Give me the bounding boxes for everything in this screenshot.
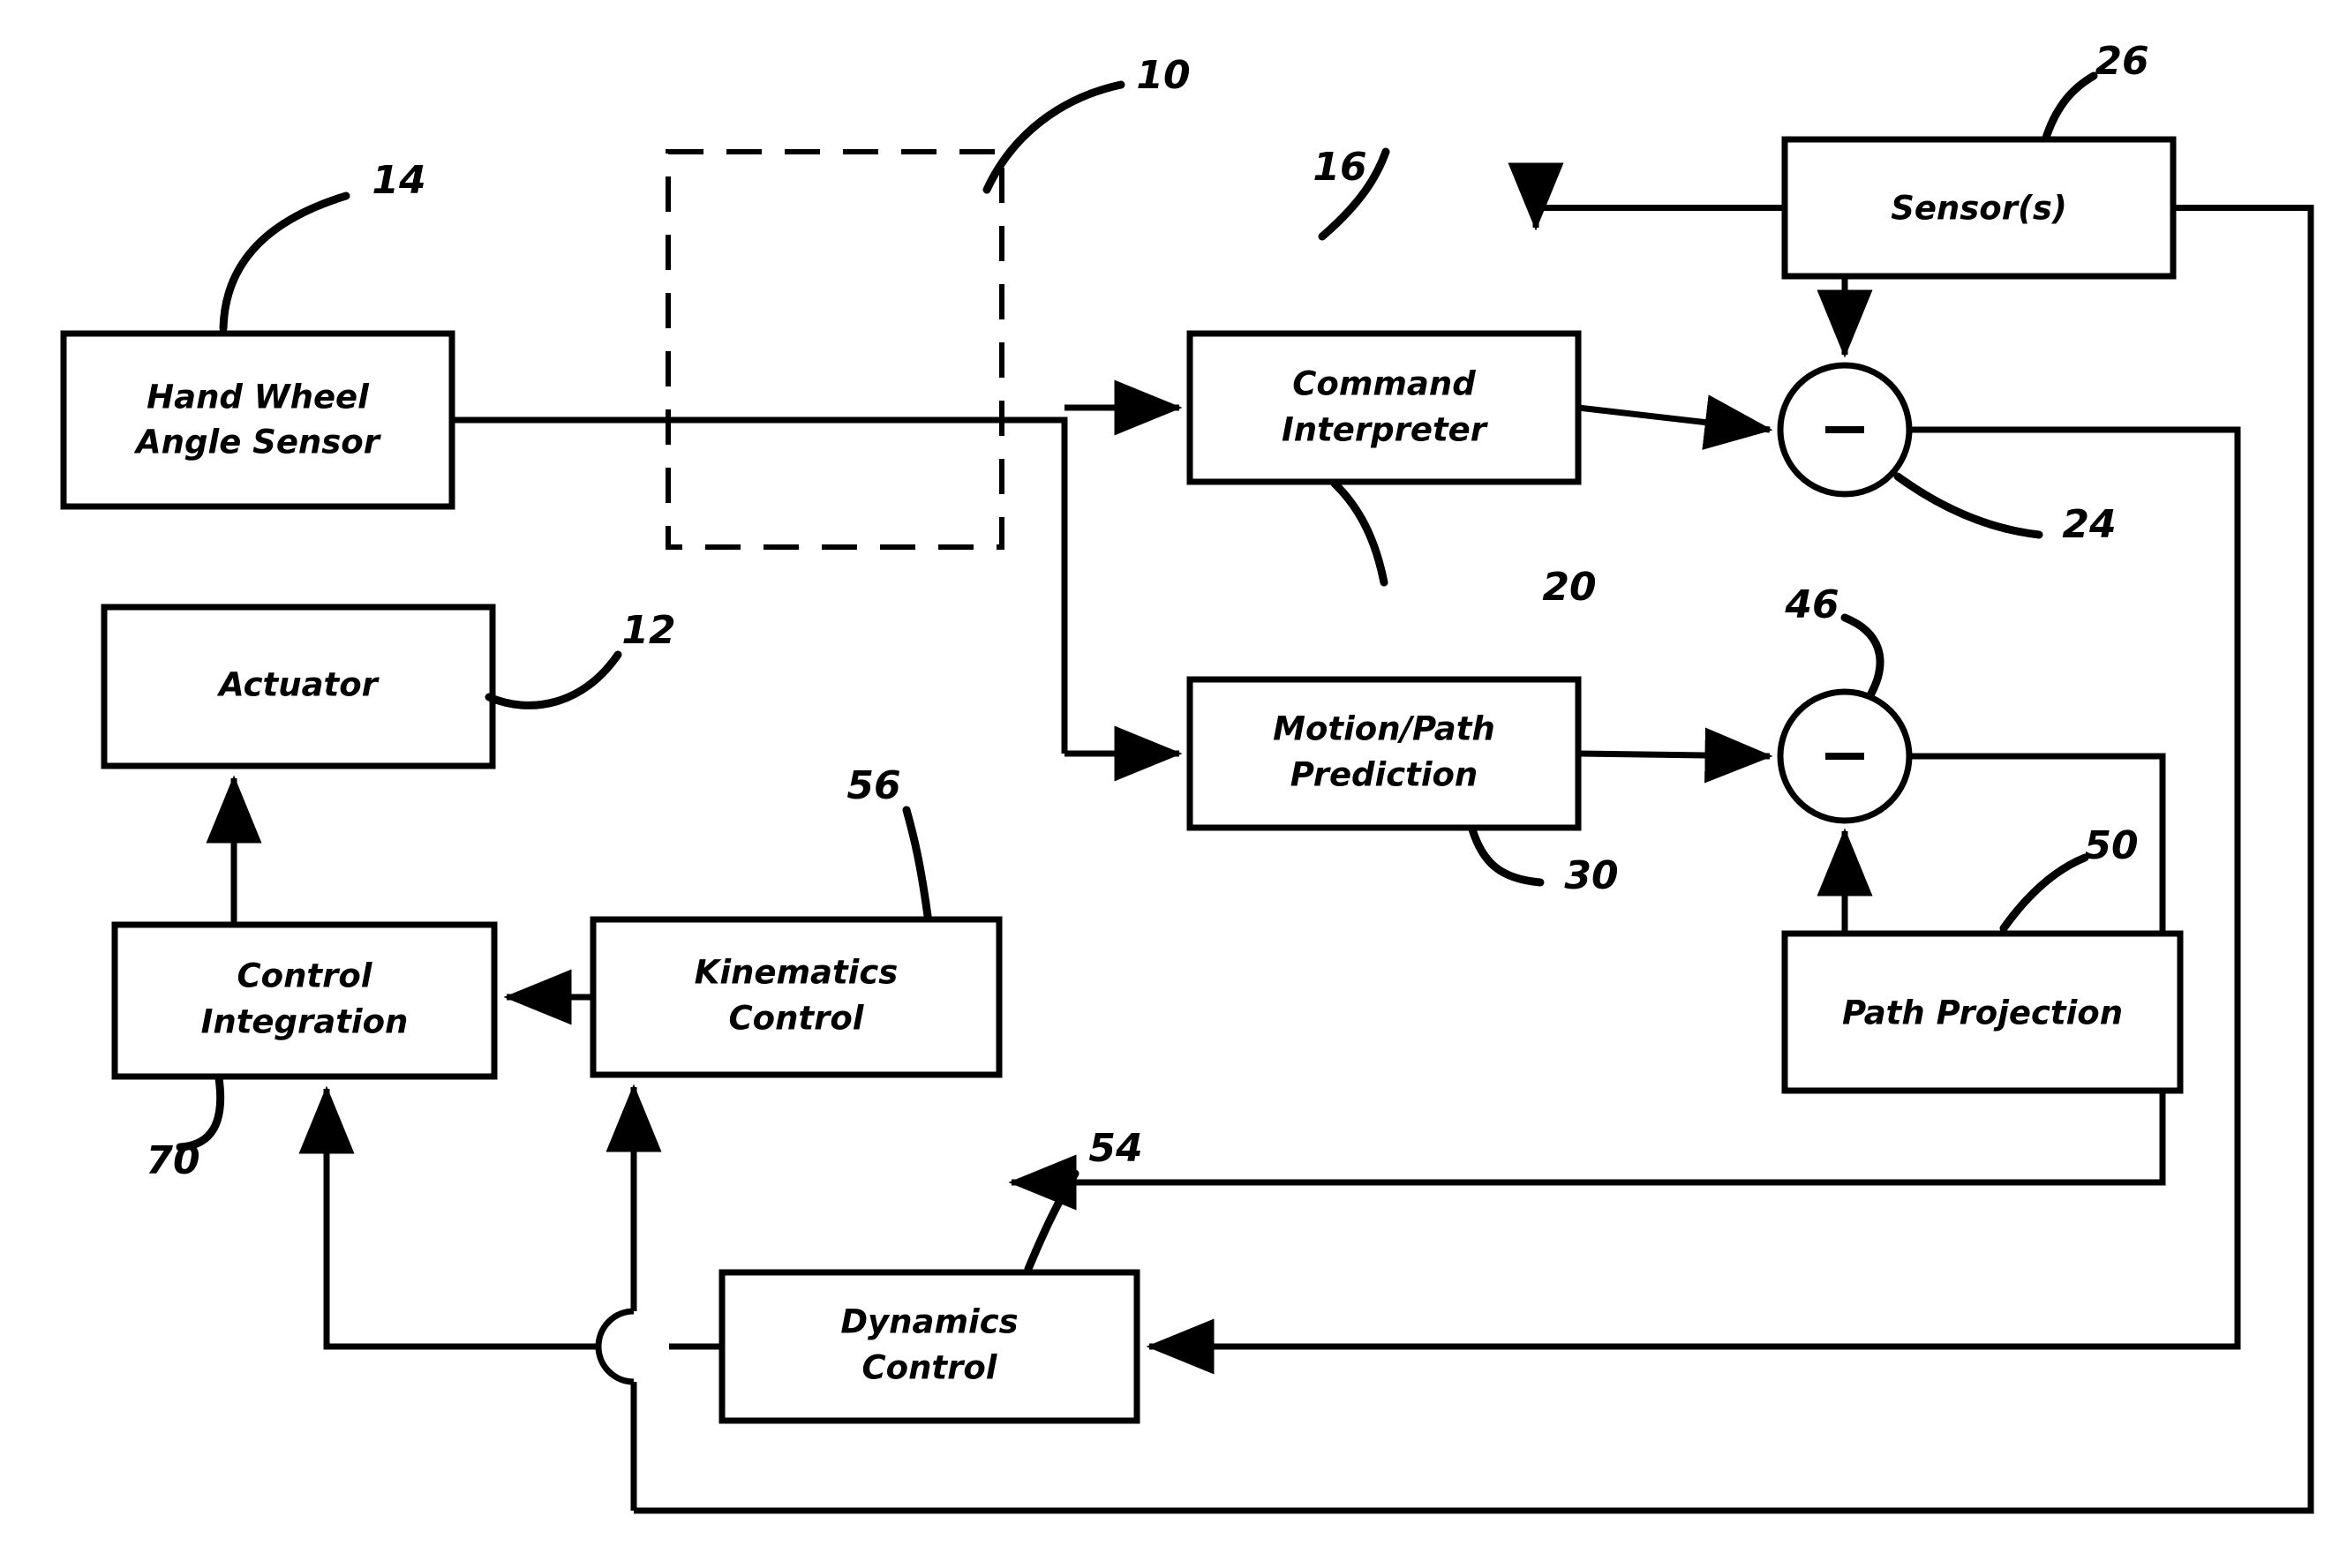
ref-numeral-30: 30: [1564, 853, 1618, 898]
label-path-projection: Path Projection: [1842, 994, 2123, 1032]
wire-line-hop-semicircle: [595, 1308, 635, 1385]
label-command-interpreter-line2: Interpreter: [1282, 411, 1489, 449]
block-control-integration[interactable]: [111, 921, 498, 1080]
leader-line-26: [2042, 71, 2098, 142]
label-motion-path-line2: Prediction: [1290, 756, 1478, 794]
leader-line-12: [485, 650, 622, 709]
label-control-integration-line1: Control: [237, 957, 373, 995]
leader-line-56: [902, 806, 932, 920]
leader-line-20: [1330, 479, 1388, 587]
label-dynamics-line1: Dynamics: [840, 1303, 1018, 1341]
leader-line-70: [176, 1074, 225, 1152]
ref-numeral-12: 12: [621, 608, 675, 653]
leader-line-46: [1840, 613, 1884, 698]
leader-line-30: [1468, 825, 1545, 887]
ref-numeral-70: 70: [146, 1138, 199, 1183]
block-kinematics-control[interactable]: [590, 916, 1003, 1078]
leader-line-14: [219, 191, 350, 333]
ref-numeral-24: 24: [2062, 502, 2116, 547]
label-hand-wheel-line2: Angle Sensor: [133, 424, 382, 461]
wire-dynamics-to-control-integration: [298, 1085, 598, 1350]
label-kinematics-line1: Kinematics: [695, 954, 899, 992]
ref-numeral-14: 14: [372, 158, 425, 203]
ref-numeral-16: 16: [1313, 145, 1366, 190]
ref-numeral-20: 20: [1542, 565, 1596, 610]
controller-group-dashed-boundary: [666, 149, 1004, 550]
label-command-interpreter-line1: Command: [1292, 365, 1476, 403]
ref-numeral-50: 50: [2084, 823, 2138, 868]
wire-command-interpreter-to-sum24: [1577, 394, 1773, 450]
block-hand-wheel-angle-sensor[interactable]: [60, 330, 455, 510]
block-motion-path-prediction[interactable]: [1186, 676, 1582, 831]
label-sensors: Sensor(s): [1891, 190, 2067, 228]
label-hand-wheel-line1: Hand Wheel: [147, 379, 370, 416]
wire-motion-path-to-sum46: [1577, 727, 1773, 784]
ref-numeral-56: 56: [846, 763, 900, 808]
leader-line-10: [982, 80, 1125, 194]
wire-sensors-tap-left: [1532, 176, 1785, 211]
leader-line-24: [1893, 472, 2043, 539]
label-motion-path-line1: Motion/Path: [1273, 710, 1495, 748]
patent-figure-block-diagram: Hand Wheel Angle Sensor Actuator Control…: [0, 0, 2332, 1568]
label-control-integration-line2: Integration: [201, 1003, 409, 1041]
label-kinematics-line2: Control: [729, 1000, 865, 1038]
block-command-interpreter[interactable]: [1186, 330, 1582, 485]
ref-numeral-26: 26: [2095, 39, 2148, 84]
leader-line-54: [1024, 1169, 1079, 1273]
label-dynamics-line2: Control: [862, 1349, 998, 1387]
ref-numeral-10: 10: [1136, 53, 1190, 98]
diagram-canvas: Hand Wheel Angle Sensor Actuator Control…: [60, 39, 2314, 1514]
leader-line-50: [1999, 853, 2089, 933]
label-actuator: Actuator: [216, 666, 380, 704]
block-dynamics-control[interactable]: [718, 1269, 1140, 1424]
ref-numeral-46: 46: [1784, 582, 1839, 627]
wire-sum24-to-dynamics: [1146, 426, 2241, 1375]
ref-numeral-54: 54: [1088, 1126, 1142, 1171]
